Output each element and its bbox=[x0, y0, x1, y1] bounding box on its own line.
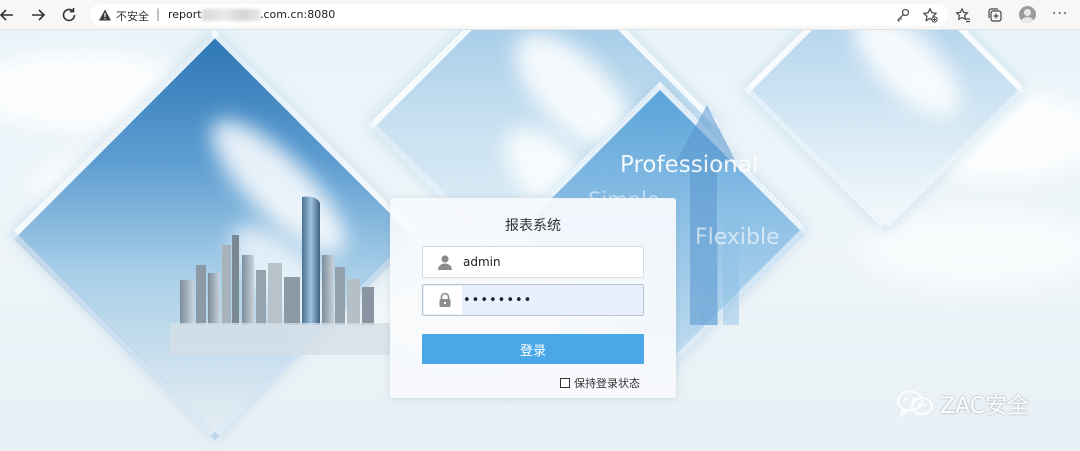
more-menu-icon[interactable]: ··· bbox=[1052, 6, 1068, 22]
collections-icon bbox=[988, 8, 1002, 22]
url-prefix: report bbox=[168, 8, 202, 21]
password-input[interactable] bbox=[463, 285, 641, 315]
address-bar[interactable]: 不安全 | report .com.cn:8080 bbox=[90, 4, 948, 26]
star-list-icon bbox=[955, 7, 970, 23]
user-icon bbox=[437, 254, 453, 270]
forward-button[interactable] bbox=[28, 5, 48, 25]
star-icon bbox=[922, 7, 938, 23]
watermark-text: ZAC安全 bbox=[940, 394, 1030, 419]
wechat-icon bbox=[897, 390, 933, 418]
remember-login-checkbox[interactable]: 保持登录状态 bbox=[560, 375, 640, 391]
favorite-button[interactable] bbox=[922, 7, 938, 23]
tagline-flexible: Flexible bbox=[695, 225, 780, 250]
checkbox-box[interactable] bbox=[560, 378, 570, 388]
reload-button[interactable] bbox=[59, 5, 79, 25]
arrow-right-icon bbox=[32, 9, 46, 21]
remember-login-label: 保持登录状态 bbox=[574, 377, 640, 390]
back-button[interactable] bbox=[0, 5, 17, 25]
password-key-button[interactable] bbox=[895, 7, 911, 23]
login-form: 报表系统 登录 保持登录状态 bbox=[390, 198, 676, 398]
login-button[interactable]: 登录 bbox=[422, 334, 644, 364]
url-suffix: .com.cn:8080 bbox=[260, 8, 336, 21]
username-field-wrapper bbox=[422, 246, 644, 278]
watermark: ZAC安全 bbox=[895, 388, 1029, 420]
lock-icon bbox=[437, 292, 453, 308]
password-field-wrapper bbox=[422, 284, 644, 316]
sky-diamond-panel bbox=[743, 30, 1027, 232]
growth-arrow-image bbox=[673, 105, 739, 325]
redacted-url-segment bbox=[202, 9, 260, 21]
address-separator: | bbox=[156, 7, 161, 21]
tagline-professional: Professional bbox=[620, 152, 759, 178]
arrow-left-icon bbox=[0, 9, 13, 21]
username-input[interactable] bbox=[463, 247, 641, 277]
key-icon bbox=[897, 8, 910, 22]
login-title: 报表系统 bbox=[505, 218, 561, 234]
reload-icon bbox=[62, 8, 76, 22]
login-page: Professional Simple Flexible 报表系统 登录 保持登… bbox=[0, 30, 1080, 451]
collections-button[interactable] bbox=[987, 7, 1003, 23]
warning-triangle-icon bbox=[99, 9, 111, 21]
favorites-list-button[interactable] bbox=[955, 7, 971, 23]
security-label[interactable]: 不安全 bbox=[116, 8, 149, 24]
profile-avatar[interactable] bbox=[1019, 6, 1036, 23]
city-skyline-image bbox=[170, 196, 390, 355]
browser-toolbar: 不安全 | report .com.cn:8080 ··· bbox=[0, 0, 1080, 30]
